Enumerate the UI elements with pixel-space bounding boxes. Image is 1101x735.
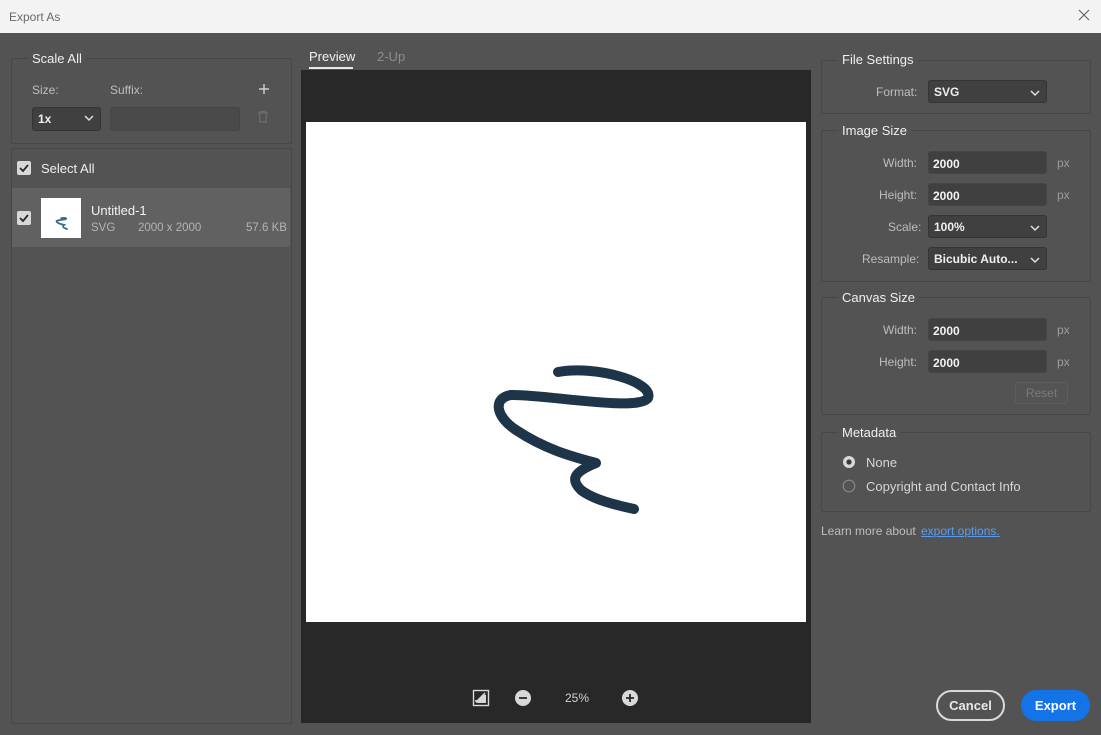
format-select-value: SVG — [934, 85, 960, 99]
format-label: Format: — [876, 85, 918, 99]
chevron-down-icon — [1030, 87, 1040, 97]
image-height-input[interactable]: 2000 — [928, 183, 1047, 206]
scale-label: Scale: — [888, 220, 922, 234]
asset-dimensions: 2000 x 2000 — [138, 222, 202, 234]
chevron-down-icon — [1030, 254, 1040, 264]
close-icon[interactable] — [1077, 8, 1091, 22]
asset-thumbnail — [41, 198, 81, 238]
size-select[interactable]: 1x — [32, 107, 101, 131]
resample-select-value: Bicubic Auto... — [934, 252, 1018, 266]
canvas-height-label: Height: — [879, 355, 918, 369]
asset-format: SVG — [91, 222, 116, 234]
suffix-label: Suffix: — [110, 83, 144, 97]
metadata-none-label: None — [866, 455, 898, 470]
suffix-input[interactable] — [110, 107, 240, 131]
canvas-height-unit: px — [1057, 355, 1070, 369]
format-select[interactable]: SVG — [928, 80, 1047, 103]
image-height-label: Height: — [879, 188, 918, 202]
metadata-title: Metadata — [838, 425, 901, 440]
size-select-value: 1x — [38, 112, 52, 126]
tab-preview[interactable]: Preview — [309, 49, 355, 64]
learn-more-text: Learn more about — [821, 524, 916, 538]
title-bar: Export As — [0, 0, 1101, 33]
image-height-unit: px — [1057, 188, 1070, 202]
reset-button-label: Reset — [1025, 386, 1058, 400]
metadata-copyright-radio[interactable] — [842, 479, 856, 493]
drawing-stroke — [493, 365, 654, 514]
tab-2up[interactable]: 2-Up — [377, 49, 405, 64]
tab-preview-underline — [309, 67, 353, 69]
trash-icon[interactable] — [257, 110, 269, 123]
reset-button[interactable]: Reset — [1015, 382, 1068, 404]
zoom-in-icon[interactable] — [621, 689, 639, 707]
preview-canvas — [306, 122, 806, 622]
select-all-checkbox[interactable] — [17, 161, 31, 175]
image-width-input[interactable]: 2000 — [928, 151, 1047, 174]
add-scale-icon[interactable] — [257, 82, 271, 96]
metadata-copyright-label: Copyright and Contact Info — [866, 479, 1021, 494]
size-label: Size: — [32, 83, 59, 97]
metadata-group — [821, 432, 1091, 512]
chevron-down-icon — [1030, 222, 1040, 232]
zoom-out-icon[interactable] — [514, 689, 532, 707]
select-all-label: Select All — [41, 161, 95, 176]
scale-select-value: 100% — [934, 220, 965, 234]
canvas-width-label: Width: — [883, 323, 918, 337]
resample-select[interactable]: Bicubic Auto... — [928, 247, 1047, 270]
canvas-width-input[interactable]: 2000 — [928, 318, 1047, 341]
export-button[interactable]: Export — [1021, 690, 1090, 721]
window-title: Export As — [9, 10, 61, 24]
chevron-down-icon — [84, 112, 94, 122]
image-width-unit: px — [1057, 156, 1070, 170]
image-size-title: Image Size — [838, 123, 912, 138]
scale-select[interactable]: 100% — [928, 215, 1047, 238]
image-width-label: Width: — [883, 156, 918, 170]
scale-all-title: Scale All — [28, 51, 86, 66]
resample-label: Resample: — [862, 252, 920, 266]
asset-filesize: 57.6 KB — [246, 222, 287, 234]
metadata-none-radio[interactable] — [842, 455, 856, 469]
scale-all-group — [11, 58, 292, 144]
canvas-size-title: Canvas Size — [838, 290, 919, 305]
fit-screen-icon[interactable] — [472, 689, 490, 707]
cancel-button[interactable]: Cancel — [936, 690, 1005, 721]
canvas-width-unit: px — [1057, 323, 1070, 337]
asset-name: Untitled-1 — [91, 203, 147, 218]
export-options-link[interactable]: export options. — [921, 524, 1000, 538]
asset-checkbox[interactable] — [17, 211, 31, 225]
canvas-height-input[interactable]: 2000 — [928, 350, 1047, 373]
zoom-level: 25% — [565, 691, 590, 705]
file-settings-title: File Settings — [838, 52, 918, 67]
